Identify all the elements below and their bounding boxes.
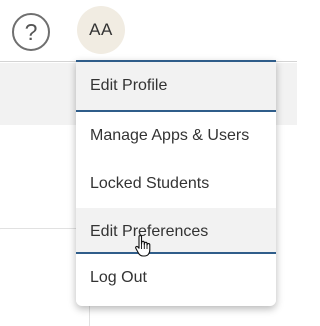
- menu-item-label: Edit Profile: [90, 77, 168, 94]
- top-header: ? AA: [0, 0, 297, 62]
- menu-item-log-out[interactable]: Log Out: [76, 254, 276, 302]
- menu-item-locked-students[interactable]: Locked Students: [76, 160, 276, 208]
- user-avatar-button[interactable]: AA: [77, 6, 125, 54]
- menu-item-label: Manage Apps & Users: [90, 127, 250, 144]
- menu-item-edit-preferences[interactable]: Edit Preferences: [76, 208, 276, 256]
- menu-item-edit-profile[interactable]: Edit Profile: [76, 62, 276, 110]
- help-button[interactable]: ?: [12, 13, 50, 51]
- app-page: ? AA Edit Profile Manage Apps & Users Lo…: [0, 0, 297, 326]
- avatar-initials: AA: [89, 20, 113, 39]
- menu-item-label: Locked Students: [90, 175, 210, 192]
- hand-pointer-cursor-icon: [135, 234, 151, 257]
- menu-item-label: Log Out: [90, 269, 147, 286]
- help-icon: ?: [24, 18, 38, 45]
- menu-item-manage-apps-users[interactable]: Manage Apps & Users: [76, 112, 276, 160]
- user-dropdown-menu: Edit Profile Manage Apps & Users Locked …: [76, 60, 276, 306]
